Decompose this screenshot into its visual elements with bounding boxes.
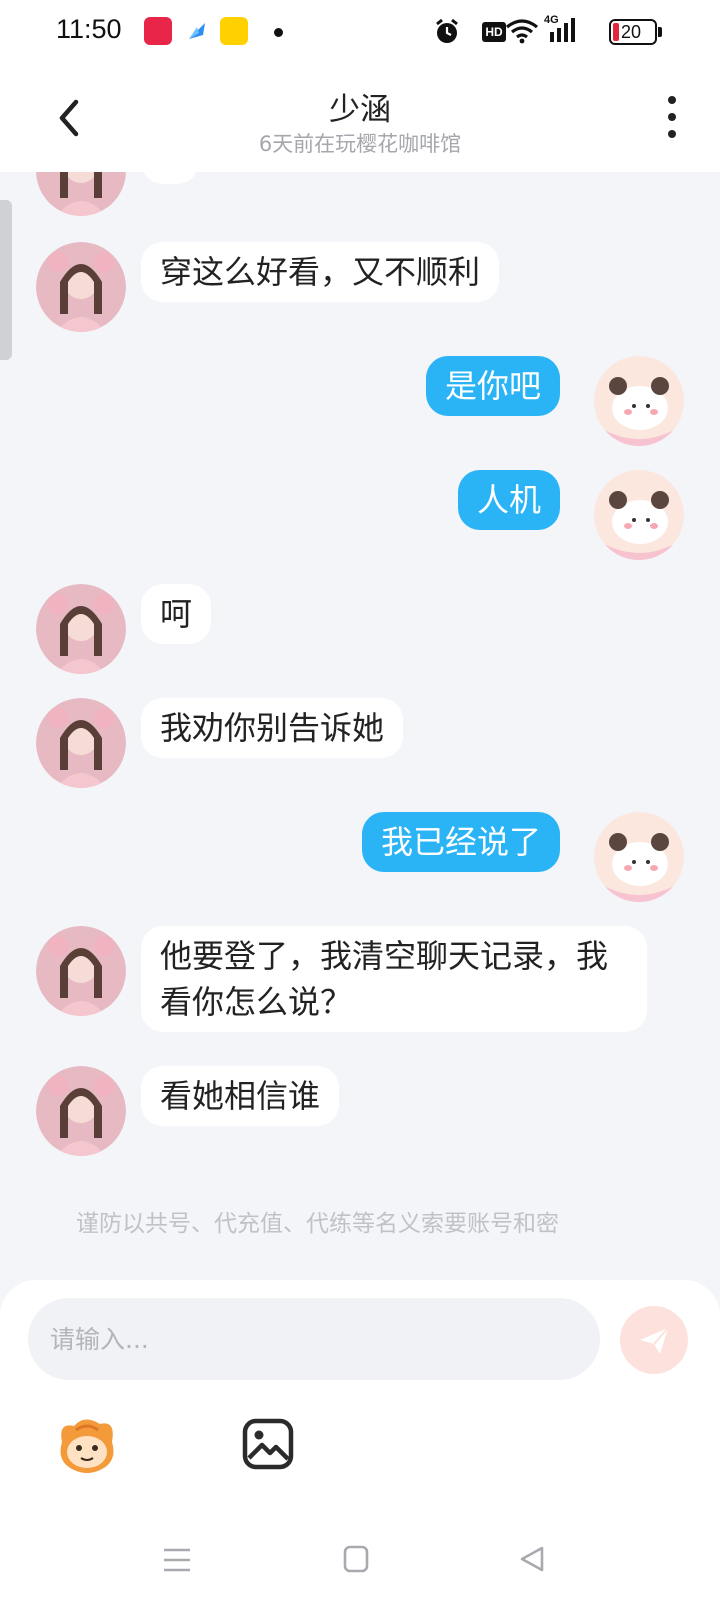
message-bubble-received[interactable]: 我劝你别告诉她 [141, 698, 404, 758]
contact-avatar[interactable] [36, 1066, 126, 1156]
home-button[interactable] [342, 1544, 370, 1574]
send-button[interactable] [620, 1306, 688, 1374]
message-bubble-received[interactable]: 他要登了，我清空聊天记录，我看你怎么说？ [141, 926, 647, 1032]
image-button[interactable] [240, 1416, 296, 1472]
menu-icon [164, 1548, 190, 1572]
message-bubble-sent[interactable]: 人机 [457, 470, 560, 530]
message-bubble-received[interactable]: 看她相信谁 [141, 1066, 340, 1126]
mascot-icon [60, 1419, 114, 1473]
hd-badge: HD [482, 22, 506, 42]
contact-avatar[interactable] [36, 926, 126, 1016]
triangle-back-icon [520, 1546, 544, 1572]
app-notification-icon [183, 17, 211, 45]
more-dots-icon [668, 130, 676, 138]
contact-avatar[interactable] [36, 242, 126, 332]
message-bubble-partial[interactable] [141, 172, 199, 184]
battery-cap [658, 27, 662, 37]
message-list[interactable]: 穿这么好看，又不顺利 是你吧 人机 呵 我劝你别告诉她 我已经说了 他要登了，我… [0, 172, 720, 1282]
contact-avatar[interactable] [36, 172, 126, 216]
image-icon [242, 1418, 294, 1470]
chat-header: 少涵 6天前在玩樱花咖啡馆 [0, 64, 720, 172]
network-type: 4G [544, 14, 559, 26]
more-options-button[interactable] [652, 92, 692, 144]
alarm-icon [434, 18, 460, 50]
meituan-icon [220, 17, 248, 45]
system-back-button[interactable] [518, 1544, 546, 1574]
wifi-icon [505, 18, 539, 48]
message-bubble-received[interactable]: 穿这么好看，又不顺利 [141, 242, 500, 302]
safety-notice: 谨防以共号、代充值、代练等名义索要账号和密 [76, 1211, 559, 1237]
message-bubble-received[interactable]: 呵 [141, 584, 212, 644]
my-avatar[interactable] [594, 356, 684, 446]
contact-avatar[interactable] [36, 698, 126, 788]
my-avatar[interactable] [594, 812, 684, 902]
emoji-mascot-button[interactable] [54, 1412, 120, 1478]
send-icon [640, 1327, 669, 1354]
contact-avatar[interactable] [36, 584, 126, 674]
message-bubble-sent[interactable]: 我已经说了 [361, 812, 560, 872]
status-bar: 11:50 HD 4G 20 [0, 0, 720, 64]
battery-level: 20 [621, 22, 642, 42]
chat-subtitle: 6天前在玩樱花咖啡馆 [258, 132, 462, 156]
scrollbar-thumb[interactable] [0, 200, 12, 360]
my-avatar[interactable] [594, 470, 684, 560]
status-time: 11:50 [56, 14, 122, 44]
chat-title: 少涵 [329, 92, 391, 128]
recent-apps-button[interactable] [160, 1544, 194, 1576]
notification-dot [274, 28, 283, 37]
system-navigation-bar [0, 1530, 720, 1612]
more-dots-icon [668, 113, 676, 121]
message-bubble-sent[interactable]: 是你吧 [425, 356, 560, 416]
battery-icon: 20 [609, 19, 657, 45]
more-dots-icon [668, 96, 676, 104]
app-notification-icon [144, 17, 172, 45]
message-input[interactable] [28, 1298, 600, 1380]
square-home-icon [343, 1545, 369, 1573]
